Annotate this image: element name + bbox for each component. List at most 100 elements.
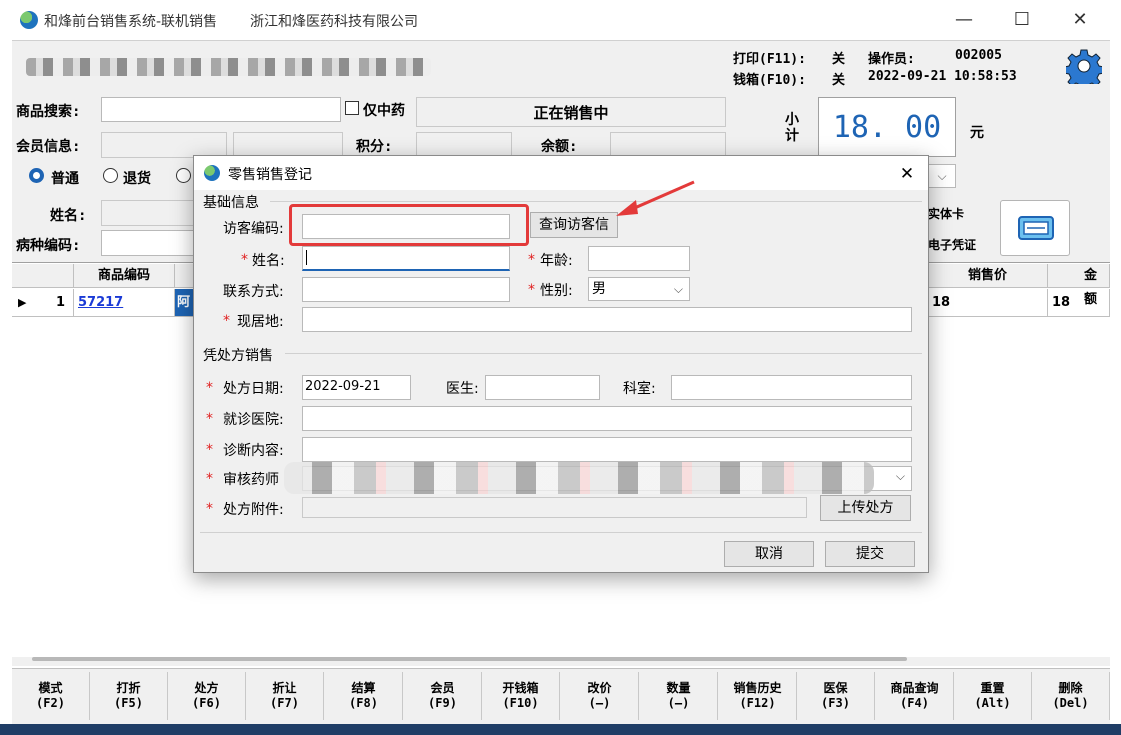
tcm-only-checkbox[interactable] [345, 101, 359, 115]
department-input[interactable] [671, 375, 912, 400]
chevron-down-icon: ⌵ [895, 469, 905, 483]
upload-rx-button[interactable]: 上传处方 [820, 495, 911, 521]
gender-select[interactable]: 男 ⌵ [588, 277, 690, 301]
required-mark: * [206, 411, 213, 427]
cash-drawer-label: 钱箱(F10): [733, 73, 806, 88]
dialog-title: 零售销售登记 [228, 167, 312, 183]
fkey-button[interactable]: 销售历史 (F12) [719, 672, 797, 720]
horizontal-scrollbar[interactable] [32, 657, 907, 661]
contact-input[interactable] [302, 277, 510, 302]
taskbar [0, 724, 1121, 735]
row-amount: 18 [1048, 289, 1110, 317]
row-pointer-icon: ▶ [18, 296, 27, 309]
disease-code-input[interactable] [101, 230, 196, 256]
fkey-label: 模式 [38, 681, 63, 695]
card-reader-button[interactable] [1000, 200, 1070, 256]
hospital-label: 就诊医院: [223, 412, 284, 428]
disease-code-label: 病种编码: [16, 238, 81, 254]
fkey-label: 会员 [430, 681, 455, 695]
fkey-button[interactable]: 商品查询 (F4) [876, 672, 954, 720]
fkey-button[interactable]: 处方 (F6) [168, 672, 246, 720]
age-input[interactable] [588, 246, 690, 271]
product-search-input[interactable] [101, 97, 341, 122]
fkey-button[interactable]: 打折 (F5) [90, 672, 168, 720]
doctor-label: 医生: [446, 381, 479, 397]
cash-drawer-value: 关 [832, 73, 846, 88]
fkey-label: 打折 [116, 681, 141, 695]
subtotal-label: 小计 [785, 112, 799, 144]
mode-return-label: 退货 [123, 171, 151, 187]
rx-date-input[interactable]: 2022-09-21 [302, 375, 411, 400]
name-input[interactable] [302, 246, 510, 271]
maximize-button[interactable]: ☐ [1002, 8, 1042, 32]
fkey-label: 折让 [272, 681, 297, 695]
window-title: 和烽前台销售系统-联机销售 [44, 14, 218, 30]
required-mark: * [241, 252, 248, 268]
required-mark: * [528, 252, 535, 268]
attachment-label: 处方附件: [223, 502, 284, 518]
fkey-button[interactable]: 开钱箱 (F10) [482, 672, 560, 720]
row-product-name[interactable]: 阿 [175, 289, 195, 317]
current-datetime: 2022-09-21 10:58:53 [868, 69, 1017, 84]
fkey-shortcut: (—) [667, 696, 690, 710]
cancel-button[interactable]: 取消 [724, 541, 814, 567]
highlight-box [289, 204, 529, 246]
fkey-shortcut: (F6) [192, 696, 221, 710]
mode-return-radio[interactable] [103, 168, 118, 183]
company-name: 浙江和烽医药科技有限公司 [250, 14, 418, 30]
mode-other-radio[interactable] [176, 168, 191, 183]
gender-value: 男 [592, 281, 606, 297]
fkey-label: 数量 [666, 681, 691, 695]
submit-button[interactable]: 提交 [825, 541, 915, 567]
tcm-only-label: 仅中药 [363, 103, 405, 119]
diagnosis-input[interactable] [302, 437, 912, 462]
basic-info-section: 基础信息 [203, 195, 259, 211]
close-button[interactable]: ✕ [1060, 8, 1100, 32]
fkey-shortcut: (F4) [900, 696, 929, 710]
fkey-label: 处方 [194, 681, 219, 695]
fkey-button[interactable]: 折让 (F7) [246, 672, 324, 720]
store-info-redacted [26, 58, 431, 76]
print-status-label: 打印(F11): [733, 52, 806, 67]
fkey-shortcut: (F12) [739, 696, 776, 710]
fkey-button[interactable]: 结算 (F8) [325, 672, 403, 720]
required-mark: * [206, 442, 213, 458]
text-cursor [306, 250, 307, 265]
row-product-code-link[interactable]: 57217 [74, 289, 175, 317]
department-label: 科室: [623, 381, 656, 397]
contact-label: 联系方式: [223, 284, 284, 300]
fkey-shortcut: (F10) [502, 696, 539, 710]
query-visitor-button[interactable]: 查询访客信 [530, 212, 618, 238]
fkey-button[interactable]: 医保 (F3) [797, 672, 875, 720]
fkey-button[interactable]: 重置 (Alt) [954, 672, 1032, 720]
mode-normal-radio[interactable] [29, 168, 44, 183]
fkey-button[interactable]: 改价 (—) [561, 672, 639, 720]
fkey-button[interactable]: 会员 (F9) [404, 672, 482, 720]
minimize-button[interactable]: — [944, 8, 984, 32]
attachment-field [302, 497, 807, 518]
fkey-button[interactable]: 模式 (F2) [12, 672, 90, 720]
settings-gear-icon[interactable] [1063, 48, 1105, 91]
address-input[interactable] [302, 307, 912, 332]
pharmacist-label: 审核药师 [223, 472, 279, 488]
balance-label: 余额: [541, 139, 578, 155]
diagnosis-label: 诊断内容: [223, 443, 284, 459]
hospital-input[interactable] [302, 406, 912, 431]
fkey-shortcut: (F2) [36, 696, 65, 710]
fkey-shortcut: (F5) [114, 696, 143, 710]
e-voucher-label: 电子凭证 [928, 238, 977, 252]
fkey-button[interactable]: 数量 (—) [640, 672, 718, 720]
fkey-label: 销售历史 [733, 681, 782, 695]
member-info-label: 会员信息: [16, 139, 81, 155]
fkey-button[interactable]: 删除 (Del) [1032, 672, 1110, 720]
age-label: 年龄: [540, 253, 573, 269]
fkey-label: 医保 [823, 681, 848, 695]
rx-date-label: 处方日期: [223, 381, 284, 397]
physical-card-label: 实体卡 [928, 207, 965, 221]
dropdown-chevron-icon[interactable]: ⌵ [928, 164, 956, 188]
doctor-input[interactable] [485, 375, 600, 400]
fkey-label: 改价 [587, 681, 612, 695]
dialog-close-button[interactable]: ✕ [894, 161, 920, 187]
fkey-shortcut: (F3) [821, 696, 850, 710]
fkey-label: 开钱箱 [502, 681, 539, 695]
